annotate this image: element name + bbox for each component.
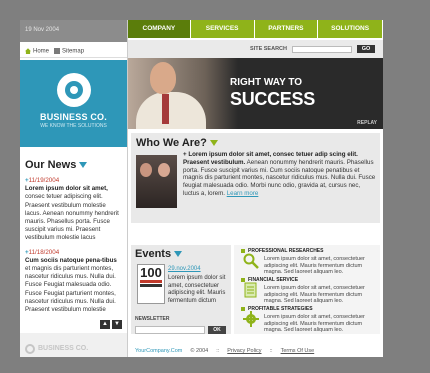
banner-person-body xyxy=(136,92,206,129)
tab-solutions[interactable]: SOLUTIONS xyxy=(318,20,382,38)
top-links: Home Sitemap xyxy=(20,42,127,58)
news-body: et magnis dis parturient montes, nascetu… xyxy=(25,265,116,314)
service-item: PROFITABLE STRATEGIES Lorem ipsum dolor … xyxy=(238,305,376,334)
scroll-up-button[interactable]: ▲ xyxy=(100,320,110,329)
service-text: Lorem ipsum dolor sit amet, consectetuer… xyxy=(264,256,365,275)
search-go-button[interactable]: GO xyxy=(357,45,375,53)
who-text: + Lorem ipsum dolor sit amet, consec tet… xyxy=(183,151,378,198)
event-badge-number: 100 xyxy=(140,265,162,280)
newsletter-input[interactable] xyxy=(135,326,205,334)
news-section: Our News +11/19/2004 Lorem ipsum dolor s… xyxy=(20,154,127,322)
service-title: PROFESSIONAL RESEARCHES xyxy=(240,248,324,254)
home-icon xyxy=(25,48,31,55)
logo-tagline: WE KNOW THE SOLUTIONS xyxy=(40,123,107,129)
search-bar: SITE SEARCH GO xyxy=(128,40,383,58)
news-item: +11/18/2004 Cum sociis natoque pena-tibu… xyxy=(25,249,122,315)
sitemap-icon xyxy=(54,48,61,55)
news-title: Our News xyxy=(25,159,122,171)
bottom-logo-text: BUSINESS CO. xyxy=(38,345,89,352)
scroll-down-button[interactable]: ▼ xyxy=(112,320,122,329)
news-item: +11/19/2004 Lorem ipsum dolor sit amet, … xyxy=(25,177,122,243)
top-nav: COMPANY SERVICES PARTNERS SOLUTIONS xyxy=(128,20,383,40)
news-date[interactable]: +11/19/2004 xyxy=(25,177,122,185)
who-title: Who We Are? xyxy=(136,137,375,149)
banner-line1: RIGHT WAY TO xyxy=(230,77,303,88)
tab-partners[interactable]: PARTNERS xyxy=(254,20,318,38)
event-badge-image: 100 xyxy=(137,264,165,304)
footer-separator: :: xyxy=(269,348,273,354)
home-link-label: Home xyxy=(33,48,50,55)
newsletter-ok-button[interactable]: OK xyxy=(208,326,226,334)
news-headline: Lorem ipsum dolor sit amet, xyxy=(25,185,108,193)
news-date-text: 11/19/2004 xyxy=(28,177,60,184)
banner-line2: SUCCESS xyxy=(230,89,315,109)
event-badge-stripe xyxy=(140,280,162,283)
who-photo xyxy=(136,155,177,208)
bottom-logo: BUSINESS CO. xyxy=(20,333,127,357)
news-body: consec tetuer adipiscing elit. Praesent … xyxy=(25,193,119,242)
replay-button[interactable]: REPLAY xyxy=(357,120,377,126)
search-label: SITE SEARCH xyxy=(250,46,287,52)
banner-person-head xyxy=(150,62,176,94)
events-section: Events 100 29.nov.2004 Lorem ipsum dolor… xyxy=(131,245,231,334)
home-link[interactable]: Home xyxy=(25,48,49,55)
triangle-icon xyxy=(79,162,88,168)
triangle-icon xyxy=(174,251,183,257)
news-date-text: 11/18/2004 xyxy=(28,248,60,256)
logo-icon xyxy=(56,73,91,107)
sitemap-link-label: Sitemap xyxy=(62,48,85,55)
service-text: Lorem ipsum dolor sit amet, consectetuer… xyxy=(264,285,365,304)
date-bar: 19 Nov 2004 xyxy=(20,20,127,42)
left-column: 19 Nov 2004 Home Sitemap BUSINESS CO. WE… xyxy=(20,20,127,357)
tab-company[interactable]: COMPANY xyxy=(128,20,190,38)
services-section: PROFESSIONAL RESEARCHES Lorem ipsum dolo… xyxy=(234,245,380,334)
terms-of-use-link[interactable]: Terms Of Use xyxy=(281,348,315,354)
event-badge-stripe xyxy=(140,284,162,287)
banner-person-tie xyxy=(162,94,169,124)
service-item: PROFESSIONAL RESEARCHES Lorem ipsum dolo… xyxy=(238,247,376,276)
page: 19 Nov 2004 Home Sitemap BUSINESS CO. WE… xyxy=(20,20,383,357)
main-column: COMPANY SERVICES PARTNERS SOLUTIONS SITE… xyxy=(128,20,383,357)
document-icon xyxy=(244,282,257,298)
logo-title: BUSINESS CO. xyxy=(40,112,107,122)
privacy-policy-link[interactable]: Privacy Policy xyxy=(227,348,261,354)
logo-icon xyxy=(25,343,35,354)
footer-separator: :: xyxy=(216,348,220,354)
magnifier-icon xyxy=(243,253,259,269)
footer-company-link[interactable]: YourCompany.Com xyxy=(135,348,182,354)
events-title-text: Events xyxy=(135,248,172,260)
service-item: FINANCIAL SERVICE Lorem ipsum dolor sit … xyxy=(238,276,376,305)
who-title-text: Who We Are? xyxy=(136,137,207,149)
footer-copyright: © 2004 xyxy=(190,348,209,354)
who-section: Who We Are? + Lorem ipsum dolor sit amet… xyxy=(131,133,380,223)
tab-services[interactable]: SERVICES xyxy=(190,20,254,38)
event-date[interactable]: 29.nov.2004 xyxy=(168,266,201,272)
sitemap-link[interactable]: Sitemap xyxy=(54,48,84,55)
events-title: Events xyxy=(135,248,227,260)
service-text: Lorem ipsum dolor sit amet, consectetuer… xyxy=(264,314,365,333)
gear-icon xyxy=(243,311,259,327)
learn-more-link[interactable]: Learn more xyxy=(227,190,259,197)
search-input[interactable] xyxy=(292,45,352,53)
banner: RIGHT WAY TO SUCCESS REPLAY xyxy=(128,58,383,129)
logo[interactable]: BUSINESS CO. WE KNOW THE SOLUTIONS xyxy=(20,60,127,147)
banner-photo xyxy=(128,58,238,129)
news-headline: Cum sociis natoque pena-tibus xyxy=(25,256,117,264)
newsletter-label: NEWSLETTER xyxy=(135,316,170,322)
footer: YourCompany.Com © 2004 :: Privacy Policy… xyxy=(128,340,383,357)
event-text: Lorem ipsum dolor sit amet, consectetuer… xyxy=(168,275,226,304)
triangle-icon xyxy=(209,140,218,146)
news-nav: ▲ ▼ xyxy=(100,320,122,329)
news-title-text: Our News xyxy=(25,159,77,171)
news-date[interactable]: +11/18/2004 xyxy=(25,249,122,257)
bottom-row: Events 100 29.nov.2004 Lorem ipsum dolor… xyxy=(131,245,380,334)
